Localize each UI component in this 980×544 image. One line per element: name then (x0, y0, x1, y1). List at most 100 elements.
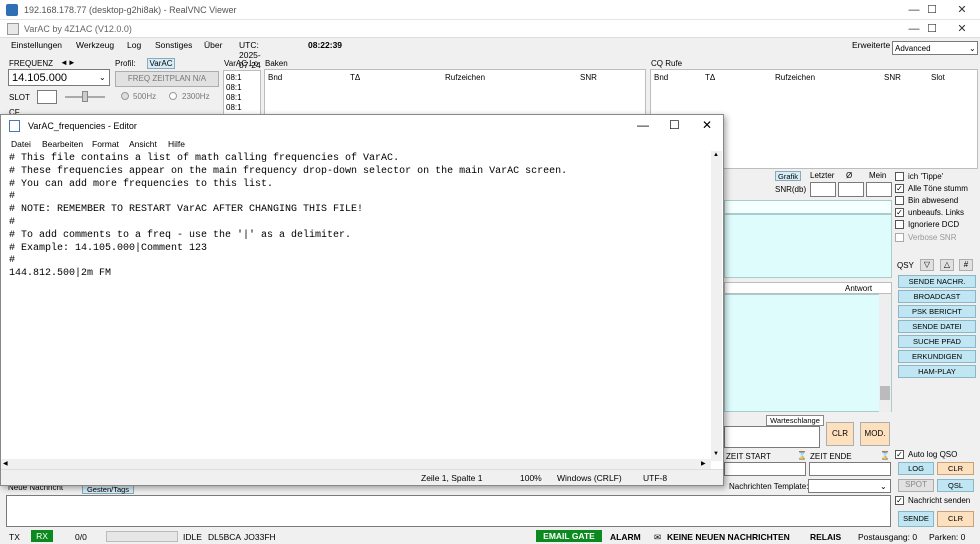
erkundigen-button[interactable]: ERKUNDIGEN (898, 350, 976, 363)
editor-line: # (9, 191, 16, 203)
no-messages-status: KEINE NEUEN NACHRICHTEN (667, 532, 790, 542)
ham-play-button[interactable]: HAM-PLAY (898, 365, 976, 378)
scroll-left-icon[interactable]: ◀ (3, 460, 8, 467)
freq-arrows-icon[interactable]: ◄► (60, 58, 76, 67)
menu-werkzeug[interactable]: Werkzeug (76, 40, 114, 50)
checkbox-nachricht-senden[interactable]: ✓ (895, 496, 904, 505)
checkbox-label: unbeaufs. Links (908, 208, 965, 217)
message-input[interactable] (6, 495, 891, 527)
app-icon (7, 23, 19, 35)
editor-close-icon[interactable]: ✕ (702, 118, 712, 132)
col-header[interactable]: TΔ (350, 73, 360, 82)
editor-text-area[interactable]: # This file contains a list of math call… (9, 153, 709, 453)
clr-log-button[interactable]: CLR (937, 462, 974, 475)
checkbox-auto-log[interactable]: ✓ (895, 450, 904, 459)
chat-area-main[interactable] (724, 294, 892, 412)
chevron-down-icon[interactable]: ▽ (920, 259, 934, 271)
slot-slider-handle[interactable] (82, 91, 88, 102)
zeit-start-field[interactable] (724, 462, 806, 476)
mode-select[interactable]: Advanced ⌄ (892, 41, 978, 55)
chevron-up-icon[interactable]: △ (940, 259, 954, 271)
profile-value[interactable]: VarAC (147, 58, 175, 69)
chat-scroll-thumb[interactable] (880, 386, 890, 400)
checkbox-alle-toene[interactable]: ✓ (895, 184, 904, 193)
editor-horizontal-scrollbar[interactable]: ◀ ▶ (1, 459, 711, 469)
col-header[interactable]: TΔ (705, 73, 715, 82)
editor-menu-ansicht[interactable]: Ansicht (129, 139, 157, 149)
mail-icon: ✉ (654, 532, 662, 542)
col-header[interactable]: SNR (580, 73, 597, 82)
hash-icon[interactable]: # (959, 259, 973, 271)
antwort-label[interactable]: Antwort (845, 284, 872, 293)
editor-titlebar[interactable]: VarAC_frequencies - Editor — ☐ ✕ (1, 115, 723, 137)
postausgang-count: Postausgang: 0 (858, 532, 918, 542)
spot-button[interactable]: SPOT (898, 479, 934, 492)
checkbox-dcd[interactable] (895, 220, 904, 229)
col-header[interactable]: Rufzeichen (775, 73, 815, 82)
suche-pfad-button[interactable]: SUCHE PFAD (898, 335, 976, 348)
menu-log[interactable]: Log (127, 40, 141, 50)
editor-minimize-icon[interactable]: — (637, 118, 649, 132)
sende-nachr-button[interactable]: SENDE NACHR. (898, 275, 976, 288)
editor-menu-bearbeiten[interactable]: Bearbeiten (42, 139, 83, 149)
template-label: Nachrichten Template: (729, 482, 809, 491)
zeit-ende-label: ZEIT ENDE (810, 452, 852, 461)
menu-ueber[interactable]: Über (204, 40, 222, 50)
col-header[interactable]: SNR (884, 73, 901, 82)
mod-button[interactable]: MOD. (860, 422, 890, 446)
checkbox-label: Bin abwesend (908, 196, 959, 205)
notepad-icon (9, 120, 20, 132)
editor-maximize-icon[interactable]: ☐ (669, 118, 680, 132)
snr-mein-field (866, 182, 892, 197)
clr-button[interactable]: CLR (826, 422, 854, 446)
scroll-down-icon[interactable]: ▼ (713, 451, 719, 457)
editor-window[interactable]: VarAC_frequencies - Editor — ☐ ✕ Datei B… (0, 114, 724, 486)
menu-einstellungen[interactable]: Einstellungen (11, 40, 62, 50)
editor-line: 144.812.500|2m FM (9, 268, 112, 280)
scroll-up-icon[interactable]: ▲ (713, 152, 719, 158)
sende-button[interactable]: SENDE (898, 511, 934, 527)
freq-plan-button[interactable]: FREQ ZEITPLAN N/A (115, 71, 219, 87)
vnc-logo-icon (6, 4, 18, 16)
checkbox-tippe[interactable] (895, 172, 904, 181)
clr-message-button[interactable]: CLR (937, 511, 974, 527)
sende-datei-button[interactable]: SENDE DATEI (898, 320, 976, 333)
menu-sonstiges[interactable]: Sonstiges (155, 40, 192, 50)
editor-line: # This file contains a list of math call… (9, 153, 400, 164)
warteschlange-tab[interactable]: Warteschlange (766, 415, 824, 426)
app-close-icon[interactable]: ✕ (944, 20, 980, 38)
grafik-button[interactable]: Grafik (775, 171, 801, 181)
cursor-position: Zeile 1, Spalte 1 (421, 473, 483, 483)
template-select[interactable]: ⌄ (808, 479, 891, 493)
close-icon[interactable]: ✕ (944, 0, 980, 20)
frequency-select[interactable]: 14.105.000 ⌄ (8, 69, 110, 86)
app-titlebar: VarAC by 4Z1AC (V12.0.0) — ☐ ✕ (0, 20, 980, 38)
log-button[interactable]: LOG (898, 462, 934, 475)
bw500-radio[interactable] (121, 92, 129, 100)
varac-log-label: VarAC Lo (224, 59, 259, 68)
checkbox-label: ich 'Tippe' (908, 172, 944, 181)
slot-input[interactable] (37, 90, 57, 104)
broadcast-button[interactable]: BROADCAST (898, 290, 976, 303)
col-header[interactable]: Bnd (268, 73, 282, 82)
chat-area-top[interactable] (724, 214, 892, 278)
qsl-button[interactable]: QSL (937, 479, 974, 492)
editor-vertical-scrollbar[interactable]: ▲ ▼ (711, 151, 722, 461)
baken-table[interactable]: Bnd TΔ Rufzeichen SNR (264, 69, 646, 115)
col-header[interactable]: Rufzeichen (445, 73, 485, 82)
scroll-right-icon[interactable]: ▶ (701, 460, 706, 467)
editor-menu-format[interactable]: Format (92, 139, 119, 149)
editor-menu-datei[interactable]: Datei (11, 139, 31, 149)
checkbox-verbose-snr[interactable] (895, 233, 904, 242)
checkbox-links[interactable]: ✓ (895, 208, 904, 217)
col-header[interactable]: Bnd (654, 73, 668, 82)
checkbox-abwesend[interactable] (895, 196, 904, 205)
bw2300-radio[interactable] (169, 92, 177, 100)
zeit-ende-field[interactable] (809, 462, 891, 476)
col-header[interactable]: Slot (931, 73, 945, 82)
warteschlange-box[interactable] (724, 426, 820, 448)
psk-bericht-button[interactable]: PSK BERICHT (898, 305, 976, 318)
editor-menu-hilfe[interactable]: Hilfe (168, 139, 185, 149)
varac-log-list[interactable]: 08:1 08:1 08:1 08:1 (223, 70, 261, 118)
chevron-down-icon: ⌄ (99, 73, 106, 82)
